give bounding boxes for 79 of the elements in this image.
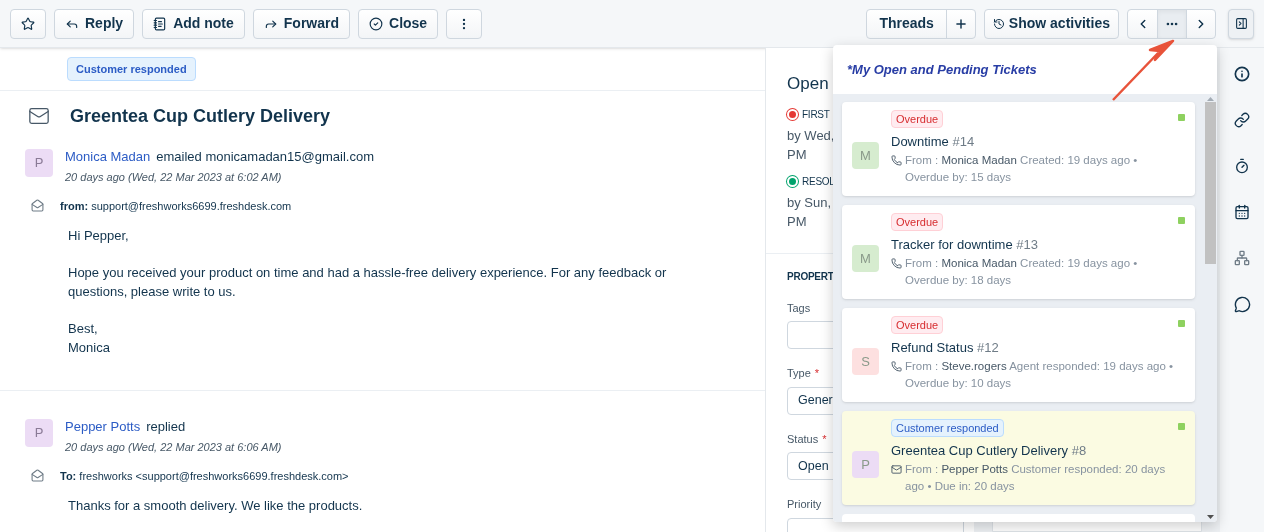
link-icon[interactable] — [1234, 112, 1250, 128]
scroll-down-icon[interactable] — [1206, 515, 1214, 519]
history-icon — [992, 17, 1005, 30]
info-icon[interactable] — [1234, 66, 1250, 82]
envelope-icon — [31, 469, 44, 483]
required-mark: * — [814, 366, 820, 381]
ticket-title[interactable]: Downtime #14 — [891, 134, 975, 150]
ticket-tag: Overdue — [891, 213, 944, 231]
ticket-tag: Customer responded — [891, 419, 1004, 437]
toolbar-button[interactable]: Close — [358, 8, 439, 39]
avatar: P — [25, 149, 53, 177]
panel-icon — [1234, 17, 1248, 30]
plus-icon — [953, 16, 968, 31]
ticket-tag: Overdue — [891, 110, 944, 128]
sla-due: by Wed, PM — [787, 126, 835, 164]
star-button[interactable] — [10, 8, 46, 39]
scrollbar[interactable] — [1203, 94, 1217, 522]
ticket-card[interactable]: M Overdue Tracker for downtime #13 From : Monica Madan Created: 19 days ago • Overdue by: 18 days — [842, 205, 1195, 299]
message-action: replied — [146, 419, 186, 435]
scrollbar-thumb[interactable] — [1204, 102, 1216, 264]
field-label: Status — [787, 431, 819, 447]
ticket-title[interactable]: Tracker for downtime #13 — [891, 237, 1038, 253]
sla-label: RESOL — [802, 174, 835, 189]
ticket-meta: From : Pepper Potts Customer responded: 20 days ago • Due in: 20 days — [905, 462, 1167, 494]
ticket-title[interactable]: Refund Status #12 — [891, 340, 999, 356]
message-paragraph: Best, Monica — [68, 320, 111, 357]
chat-icon[interactable] — [1233, 296, 1251, 313]
ticket-status: Open — [787, 73, 829, 95]
address-line: To: freshworks <support@freshworks6699.freshdesk.com> — [60, 468, 349, 484]
author-link[interactable]: Pepper Potts — [65, 419, 141, 435]
ticket-card[interactable]: P Customer responded Greentea Cup Cutlery Delivery #8 From : Pepper Potts Customer responded: 20 days ago • Due in: 20 days — [842, 411, 1195, 505]
sla-due: by Sun, PM — [787, 193, 832, 231]
avatar: P — [25, 419, 53, 447]
timer-icon[interactable] — [1234, 158, 1250, 174]
avatar: P — [852, 451, 879, 478]
ticket-meta: From : Monica Madan Created: 19 days ago • Overdue by: 15 days — [905, 153, 1139, 185]
sla-label: FIRST — [802, 107, 830, 122]
ticket-tag: Overdue — [891, 316, 944, 334]
field-label: Tags — [787, 300, 811, 316]
phone-icon — [891, 155, 902, 166]
ticket-meta: From : Steve.rogers Agent responded: 19 days ago • Overdue by: 10 days — [905, 359, 1175, 391]
message-time: 20 days ago (Wed, 22 Mar 2023 at 6:06 AM) — [65, 440, 282, 455]
message-paragraph: Hi Pepper, — [68, 227, 130, 245]
ticket-title[interactable]: Greentea Cup Cutlery Delivery #8 — [891, 443, 1087, 459]
note-icon — [153, 16, 168, 31]
field-label: Type — [787, 366, 811, 381]
ticket-meta: From : Monica Madan Created: 19 days ago • Overdue by: 18 days — [905, 256, 1139, 288]
star-icon — [21, 16, 35, 31]
toolbar-button[interactable]: Add note — [142, 8, 245, 39]
envelope-icon — [891, 464, 902, 475]
required-mark: * — [822, 431, 827, 447]
check-icon — [369, 16, 383, 31]
annotation-arrow — [1110, 38, 1176, 102]
author-link[interactable]: Monica Madan — [65, 149, 151, 165]
message-action: emailed monicamadan15@gmail.com — [156, 149, 374, 165]
toolbar-button[interactable]: Forward — [252, 8, 350, 39]
popup-title: *My Open and Pending Tickets — [847, 60, 1037, 79]
envelope-icon — [28, 105, 50, 127]
panel-toggle-button[interactable] — [1228, 8, 1254, 39]
avatar: M — [852, 142, 879, 169]
phone-icon — [891, 258, 902, 269]
status-badge: Customer responded — [67, 56, 196, 82]
message-paragraph: Thanks for a smooth delivery. We like the products. — [68, 497, 364, 515]
section-heading: PROPERT — [787, 269, 834, 284]
hierarchy-icon[interactable] — [1234, 250, 1250, 266]
avatar: S — [852, 348, 879, 375]
avatar: M — [852, 245, 879, 272]
ticket-title: Greentea Cup Cutlery Delivery — [70, 104, 331, 128]
show-activities-button[interactable]: Show activities — [983, 8, 1119, 39]
envelope-icon — [31, 199, 44, 213]
calendar-icon[interactable] — [1234, 204, 1250, 220]
message-paragraph: Hope you received your product on time and had a hassle-free delivery experience. For any feedback or questions, please write to us. — [68, 264, 668, 301]
ticket-card[interactable]: S Overdue Refund Status #12 From : Steve.rogers Agent responded: 19 days ago • Overdue by: 10 days — [842, 308, 1195, 402]
ticket-card[interactable]: M Overdue Downtime #14 From : Monica Madan Created: 19 days ago • Overdue by: 15 days — [842, 102, 1195, 196]
phone-icon — [891, 361, 902, 372]
message-time: 20 days ago (Wed, 22 Mar 2023 at 6:02 AM) — [65, 170, 283, 185]
field-label: Priority — [787, 497, 822, 512]
toolbar-button[interactable]: Reply — [54, 8, 135, 39]
address-line: from: support@freshworks6699.freshdesk.com — [60, 198, 292, 214]
